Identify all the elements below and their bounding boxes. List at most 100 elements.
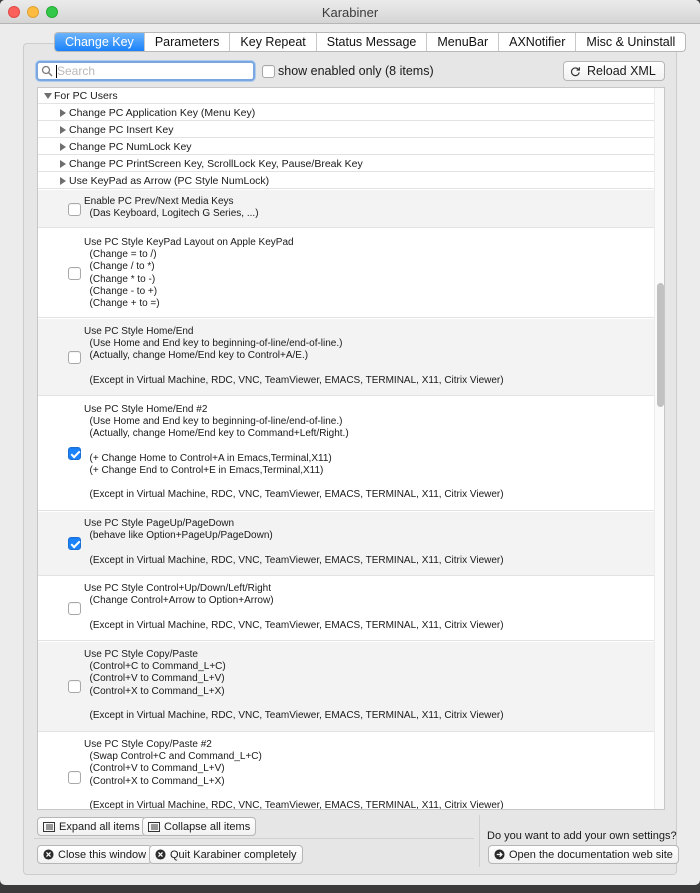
setting-checkbox[interactable]	[68, 680, 81, 693]
setting-line	[84, 542, 504, 554]
setting-line	[84, 363, 504, 375]
tab-change-key[interactable]: Change Key	[55, 33, 144, 51]
setting-row[interactable]: Use PC Style Copy/Paste (Control+C to Co…	[38, 642, 654, 732]
setting-line: (+ Change Home to Control+A in Emacs,Ter…	[84, 452, 332, 464]
reload-xml-button[interactable]: Reload XML	[563, 61, 665, 81]
tab-parameters[interactable]: Parameters	[143, 33, 230, 51]
setting-line: Use PC Style KeyPad Layout on Apple KeyP…	[84, 237, 294, 248]
own-settings-prompt: Do you want to add your own settings?	[487, 830, 677, 842]
disclosure-closed-icon[interactable]	[60, 109, 66, 117]
tree-group-label: For PC Users	[54, 90, 118, 102]
disclosure-closed-icon[interactable]	[60, 126, 66, 134]
tree-subgroup-label: Change PC NumLock Key	[69, 141, 192, 153]
show-enabled-only-checkbox[interactable]	[262, 64, 275, 78]
show-enabled-only-toggle[interactable]: show enabled only (8 items)	[262, 64, 434, 78]
tab-axnotifier[interactable]: AXNotifier	[498, 33, 575, 51]
footer-vertical-divider	[479, 815, 480, 867]
tree-subgroup-label: Change PC PrintScreen Key, ScrollLock Ke…	[69, 158, 363, 170]
close-circle-icon	[155, 849, 166, 860]
tab-key-repeat[interactable]: Key Repeat	[229, 33, 315, 51]
setting-description: Use PC Style KeyPad Layout on Apple KeyP…	[84, 237, 294, 310]
open-documentation-label: Open the documentation web site	[509, 848, 673, 861]
disclosure-open-icon[interactable]	[44, 93, 52, 99]
tree-subgroup-row[interactable]: Change PC PrintScreen Key, ScrollLock Ke…	[38, 156, 654, 172]
setting-line	[84, 477, 504, 489]
search-input[interactable]: Search	[36, 61, 255, 81]
setting-row[interactable]: Use PC Style KeyPad Layout on Apple KeyP…	[38, 229, 654, 318]
vertical-scrollbar[interactable]	[654, 88, 664, 809]
setting-row[interactable]: Use PC Style Home/End #2 (Use Home and E…	[38, 397, 654, 511]
list-icon	[43, 821, 55, 832]
setting-line: (Control+C to Command_L+C)	[84, 661, 226, 673]
tree-group-row[interactable]: For PC Users	[38, 88, 654, 104]
setting-checkbox[interactable]	[68, 267, 81, 280]
close-circle-icon	[43, 849, 54, 860]
search-icon	[41, 65, 53, 77]
setting-line: (Swap Control+C and Command_L+C)	[84, 751, 262, 763]
search-placeholder: Search	[57, 64, 96, 78]
setting-line: (Change Control+Arrow to Option+Arrow)	[84, 595, 274, 607]
setting-line	[84, 607, 504, 619]
quit-karabiner-button[interactable]: Quit Karabiner completely	[149, 845, 303, 864]
setting-checkbox[interactable]	[68, 203, 81, 216]
tab-menubar[interactable]: MenuBar	[426, 33, 498, 51]
setting-line: Enable PC Prev/Next Media Keys	[84, 196, 234, 207]
list-icon	[148, 821, 160, 832]
setting-row[interactable]: Use PC Style Control+Up/Down/Left/Right …	[38, 577, 654, 641]
setting-line: Use PC Style Home/End #2	[84, 404, 208, 415]
setting-line: (Actually, change Home/End key to Comman…	[84, 428, 349, 440]
setting-line: Use PC Style Control+Up/Down/Left/Right	[84, 583, 272, 594]
setting-description: Use PC Style Home/End #2 (Use Home and E…	[84, 404, 504, 502]
setting-checkbox-checked[interactable]	[68, 447, 81, 460]
tree-subgroup-row[interactable]: Change PC NumLock Key	[38, 139, 654, 155]
tree-subgroup-row[interactable]: Change PC Insert Key	[38, 122, 654, 138]
setting-row[interactable]: Use PC Style Copy/Paste #2 (Swap Control…	[38, 733, 654, 810]
setting-line: (Control+X to Command_L+X)	[84, 685, 225, 697]
reload-icon	[570, 66, 580, 76]
settings-tree[interactable]: For PC Users Change PC Application Key (…	[37, 87, 665, 810]
title-bar[interactable]: Karabiner	[0, 0, 700, 24]
setting-checkbox-checked[interactable]	[68, 537, 81, 550]
setting-line	[84, 788, 504, 800]
setting-row[interactable]: Use PC Style PageUp/PageDown (behave lik…	[38, 512, 654, 576]
tab-bar: Change Key Parameters Key Repeat Status …	[54, 32, 687, 52]
disclosure-closed-icon[interactable]	[60, 160, 66, 168]
tree-subgroup-row[interactable]: Change PC Application Key (Menu Key)	[38, 105, 654, 121]
tab-status-message[interactable]: Status Message	[315, 33, 427, 51]
tab-misc-uninstall[interactable]: Misc & Uninstall	[575, 33, 685, 51]
disclosure-closed-icon[interactable]	[60, 143, 66, 151]
setting-line: (+ Change End to Control+E in Emacs,Term…	[84, 465, 324, 477]
setting-description: Enable PC Prev/Next Media Keys (Das Keyb…	[84, 196, 259, 220]
tree-subgroup-row[interactable]: Use KeyPad as Arrow (PC Style NumLock)	[38, 173, 654, 189]
setting-line: (Change = to /)	[84, 249, 157, 261]
close-window-button[interactable]: Close this window	[37, 845, 153, 864]
setting-checkbox[interactable]	[68, 771, 81, 784]
collapse-all-button[interactable]: Collapse all items	[142, 817, 257, 836]
disclosure-closed-icon[interactable]	[60, 177, 66, 185]
setting-checkbox[interactable]	[68, 602, 81, 615]
setting-row[interactable]: Enable PC Prev/Next Media Keys (Das Keyb…	[38, 190, 654, 228]
setting-line	[84, 698, 504, 710]
footer-divider	[34, 838, 474, 839]
setting-row[interactable]: Use PC Style Home/End (Use Home and End …	[38, 319, 654, 396]
setting-description: Use PC Style Copy/Paste (Control+C to Co…	[84, 649, 504, 722]
setting-line: Use PC Style Home/End	[84, 326, 194, 337]
setting-line: (Control+X to Command_L+X)	[84, 775, 225, 787]
arrow-right-circle-icon	[494, 849, 505, 860]
open-documentation-button[interactable]: Open the documentation web site	[488, 845, 679, 864]
expand-all-label: Expand all items	[59, 820, 140, 833]
setting-description: Use PC Style Copy/Paste #2 (Swap Control…	[84, 739, 504, 810]
setting-line: (Except in Virtual Machine, RDC, VNC, Te…	[84, 800, 504, 810]
setting-description: Use PC Style PageUp/PageDown (behave lik…	[84, 518, 504, 567]
setting-line: (Change - to +)	[84, 285, 158, 297]
expand-all-button[interactable]: Expand all items	[37, 817, 146, 836]
setting-line: (Except in Virtual Machine, RDC, VNC, Te…	[84, 554, 504, 566]
close-window-label: Close this window	[58, 848, 147, 861]
setting-line: Use PC Style Copy/Paste	[84, 649, 198, 660]
setting-checkbox[interactable]	[68, 351, 81, 364]
setting-line: Use PC Style PageUp/PageDown	[84, 518, 235, 529]
reload-xml-label: Reload XML	[587, 64, 656, 78]
setting-line: (Das Keyboard, Logitech G Series, ...)	[84, 208, 259, 220]
quit-karabiner-label: Quit Karabiner completely	[170, 848, 297, 861]
scrollbar-thumb[interactable]	[657, 283, 664, 407]
